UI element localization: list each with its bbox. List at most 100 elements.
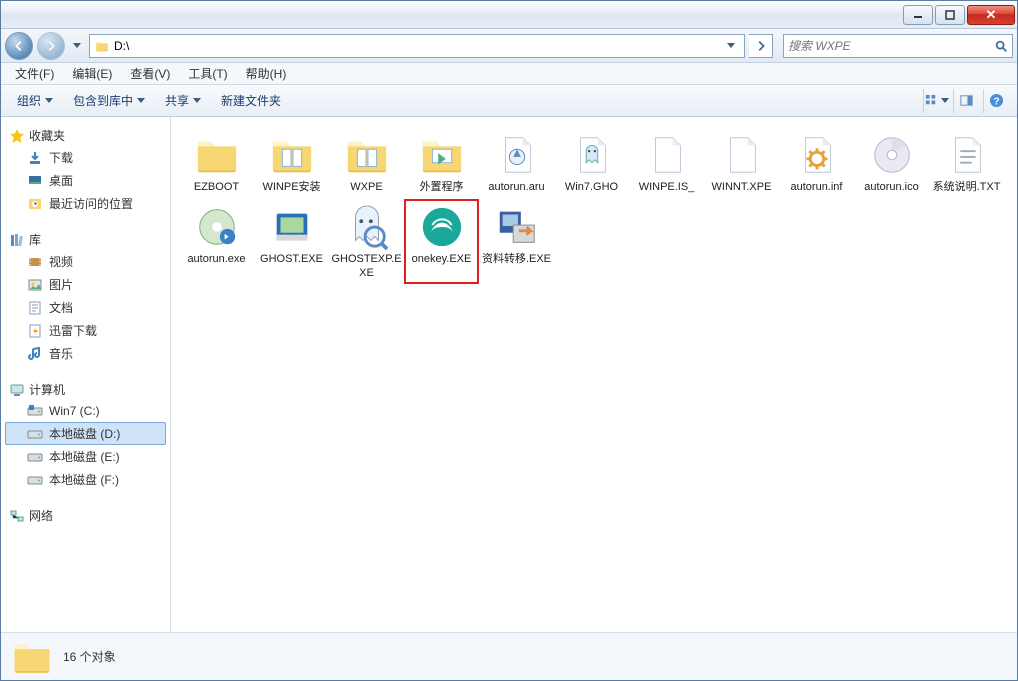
sidebar-item[interactable]: 本地磁盘 (E:) [5, 445, 166, 468]
explorer-window: ✕ 文件(F) 编辑(E) 查看(V) 工具(T) 帮助(H) 组织 包含到库中… [0, 0, 1018, 681]
sidebar-libraries: 库 视频图片文档迅雷下载音乐 [5, 229, 166, 365]
sidebar-item[interactable]: 本地磁盘 (F:) [5, 468, 166, 491]
include-button[interactable]: 包含到库中 [65, 88, 153, 113]
sidebar-head-computer[interactable]: 计算机 [5, 379, 166, 400]
file-name: Win7.GHO [565, 181, 618, 195]
gear-icon [793, 131, 841, 179]
ghostexp-icon [343, 203, 391, 251]
forward-button[interactable] [37, 32, 65, 60]
file-item[interactable]: Win7.GHO [554, 127, 629, 199]
sidebar-item-label: 下载 [49, 149, 73, 166]
file-name: autorun.exe [187, 253, 245, 267]
menu-file[interactable]: 文件(F) [7, 63, 62, 84]
menu-help[interactable]: 帮助(H) [238, 63, 295, 84]
sidebar-item[interactable]: 最近访问的位置 [5, 192, 166, 215]
sidebar-item[interactable]: 图片 [5, 273, 166, 296]
newfolder-button[interactable]: 新建文件夹 [213, 88, 289, 113]
file-item[interactable]: autorun.aru [479, 127, 554, 199]
download-icon [27, 150, 43, 166]
minimize-button[interactable] [903, 5, 933, 25]
sidebar-head-favorites[interactable]: 收藏夹 [5, 125, 166, 146]
file-item[interactable]: onekey.EXE [404, 199, 479, 285]
address-bar[interactable] [89, 34, 745, 58]
autorun-exe-icon [193, 203, 241, 251]
file-item[interactable]: WINNT.XPE [704, 127, 779, 199]
organize-button[interactable]: 组织 [9, 88, 61, 113]
disc-icon [868, 131, 916, 179]
file-item[interactable]: 外置程序 [404, 127, 479, 199]
close-button[interactable]: ✕ [967, 5, 1015, 25]
recent-icon [27, 196, 43, 212]
folder-docs-icon [268, 131, 316, 179]
file-item[interactable]: GHOSTEXP.EXE [329, 199, 404, 285]
history-dropdown[interactable] [69, 32, 85, 60]
sidebar-item[interactable]: 迅雷下载 [5, 319, 166, 342]
sidebar-item-label: 迅雷下载 [49, 322, 97, 339]
sidebar-item[interactable]: 文档 [5, 296, 166, 319]
folder-exe-icon [418, 131, 466, 179]
sidebar-item-label: 本地磁盘 (D:) [49, 425, 120, 442]
file-name: autorun.inf [791, 181, 843, 195]
sidebar-item[interactable]: 视频 [5, 250, 166, 273]
refresh-button[interactable] [749, 34, 773, 58]
file-item[interactable]: 系统说明.TXT [929, 127, 1004, 199]
address-dropdown[interactable] [722, 35, 740, 57]
file-name: WINNT.XPE [712, 181, 772, 195]
menu-tools[interactable]: 工具(T) [180, 63, 235, 84]
file-name: WINPE安装 [262, 181, 320, 195]
sidebar-head-network[interactable]: 网络 [5, 505, 166, 526]
file-item[interactable]: 资料转移.EXE [479, 199, 554, 285]
sidebar-item-label: 最近访问的位置 [49, 195, 133, 212]
back-button[interactable] [5, 32, 33, 60]
chevron-down-icon [941, 98, 949, 103]
file-item[interactable]: WINPE.IS_ [629, 127, 704, 199]
file-item[interactable]: GHOST.EXE [254, 199, 329, 285]
sidebar-item[interactable]: 音乐 [5, 342, 166, 365]
blank-icon [643, 131, 691, 179]
sidebar-item-label: 文档 [49, 299, 73, 316]
folder-icon [11, 636, 53, 678]
sidebar-favorites: 收藏夹 下载桌面最近访问的位置 [5, 125, 166, 215]
view-button[interactable] [923, 89, 949, 113]
menu-edit[interactable]: 编辑(E) [64, 63, 120, 84]
video-icon [27, 254, 43, 270]
migrate-icon [493, 203, 541, 251]
star-icon [9, 128, 25, 144]
file-item[interactable]: autorun.inf [779, 127, 854, 199]
file-item[interactable]: WXPE [329, 127, 404, 199]
sidebar-item[interactable]: Win7 (C:) [5, 400, 166, 422]
body: 收藏夹 下载桌面最近访问的位置 库 视频图片文档迅雷下载音乐 计算机 Win7 … [1, 117, 1017, 632]
sidebar: 收藏夹 下载桌面最近访问的位置 库 视频图片文档迅雷下载音乐 计算机 Win7 … [1, 117, 171, 632]
ghost-icon [568, 131, 616, 179]
sidebar-item[interactable]: 桌面 [5, 169, 166, 192]
file-item[interactable]: WINPE安装 [254, 127, 329, 199]
statusbar: 16 个对象 [1, 632, 1017, 680]
sidebar-item-label: 本地磁盘 (E:) [49, 448, 120, 465]
preview-pane-button[interactable] [953, 89, 979, 113]
content-pane[interactable]: EZBOOT WINPE安装 WXPE 外置程序 autorun.aru Win7.GHO… [171, 117, 1017, 632]
share-button[interactable]: 共享 [157, 88, 209, 113]
menu-view[interactable]: 查看(V) [122, 63, 178, 84]
search-input[interactable] [788, 39, 994, 53]
sidebar-head-libraries[interactable]: 库 [5, 229, 166, 250]
help-button[interactable] [983, 89, 1009, 113]
blank-icon [718, 131, 766, 179]
folder-docs-icon [343, 131, 391, 179]
file-item[interactable]: autorun.ico [854, 127, 929, 199]
library-icon [9, 232, 25, 248]
file-name: autorun.ico [864, 181, 918, 195]
sidebar-item[interactable]: 下载 [5, 146, 166, 169]
address-input[interactable] [114, 39, 718, 53]
file-name: 外置程序 [420, 181, 464, 195]
sidebar-item[interactable]: 本地磁盘 (D:) [5, 422, 166, 445]
maximize-button[interactable] [935, 5, 965, 25]
file-item[interactable]: autorun.exe [179, 199, 254, 285]
sidebar-item-label: 视频 [49, 253, 73, 270]
onekey-icon [418, 203, 466, 251]
file-item[interactable]: EZBOOT [179, 127, 254, 199]
folder-icon [94, 39, 110, 53]
search-icon [994, 39, 1008, 53]
titlebar: ✕ [1, 1, 1017, 29]
chevron-down-icon [45, 98, 53, 103]
search-box[interactable] [783, 34, 1013, 58]
